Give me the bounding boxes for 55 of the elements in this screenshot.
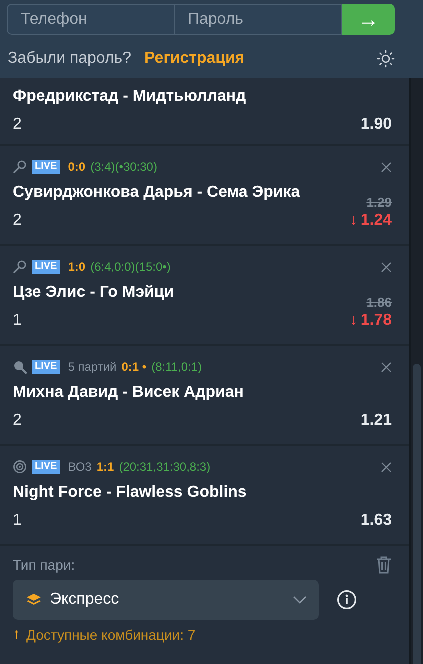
password-field[interactable]: Пароль [175, 4, 342, 35]
chevron-down-icon [293, 596, 307, 604]
live-badge: LIVE [32, 460, 60, 474]
combinations-hint: Доступные комбинации: 7 [26, 626, 196, 642]
score: 1:1 [96, 460, 114, 474]
arrow-down-icon: ↓ [350, 310, 358, 332]
match-title: Сувирджонкова Дарья - Сема Эрика [13, 183, 300, 203]
score-details: (8:11,0:1) [152, 360, 202, 374]
phone-field[interactable]: Телефон [7, 4, 175, 35]
close-icon[interactable] [381, 462, 392, 472]
match-title: Михна Давид - Висек Адриан [13, 383, 244, 403]
arrow-down-icon: ↓ [350, 210, 358, 232]
odds-value: 1.78 [360, 311, 392, 331]
match-format: 5 партий [68, 360, 117, 374]
close-icon[interactable] [381, 262, 392, 272]
score-details: (20:31,31:30,8:3) [119, 460, 211, 474]
match-title: Фредрикстад - Мидтьюлланд [13, 87, 246, 107]
close-icon[interactable] [381, 362, 392, 372]
score: 0:0 [68, 160, 86, 174]
arrow-up-icon: ↑ [13, 626, 20, 643]
match-title: Цзе Элис - Го Мэйци [13, 283, 174, 303]
bet-pick: 1 [13, 311, 23, 331]
theme-sun-icon[interactable] [377, 50, 395, 68]
old-odds: 1.29 [366, 196, 392, 210]
odds-value: 1.24 [360, 211, 392, 231]
racket-icon [13, 260, 27, 274]
paddle-icon [13, 360, 27, 374]
odds-value: 1.21 [360, 411, 392, 431]
odds-value: 1.90 [360, 115, 392, 135]
live-badge: LIVE [32, 160, 60, 174]
bet-pick: 1 [13, 511, 23, 531]
close-icon[interactable] [381, 162, 392, 172]
target-icon [13, 460, 27, 474]
old-odds: 1.86 [366, 296, 392, 310]
register-link[interactable]: Регистрация [144, 50, 245, 68]
bet-type-dropdown[interactable]: Экспресс [13, 580, 319, 620]
score: 1:0 [68, 260, 86, 274]
score-details: (6:4,0:0)(15:0•) [90, 260, 171, 274]
scrollbar-thumb[interactable] [413, 364, 421, 664]
score: 0:1 • [122, 360, 147, 374]
bet-pick: 2 [13, 211, 23, 231]
trash-icon[interactable] [376, 556, 392, 574]
bet-pick: 2 [13, 411, 23, 431]
live-badge: LIVE [32, 360, 60, 374]
layers-icon [27, 594, 41, 606]
info-icon[interactable] [337, 590, 357, 610]
bet-pick: 2 [13, 115, 23, 135]
bet-type-label: Тип пари: [13, 557, 76, 573]
score-details: (3:4)(•30:30) [90, 160, 158, 174]
live-badge: LIVE [32, 260, 60, 274]
match-format: ВО3 [68, 460, 92, 474]
forgot-password-link[interactable]: Забыли пароль? [8, 50, 132, 68]
match-title: Night Force - Flawless Goblins [13, 483, 247, 503]
racket-icon [13, 160, 27, 174]
odds-value: 1.63 [360, 511, 392, 531]
